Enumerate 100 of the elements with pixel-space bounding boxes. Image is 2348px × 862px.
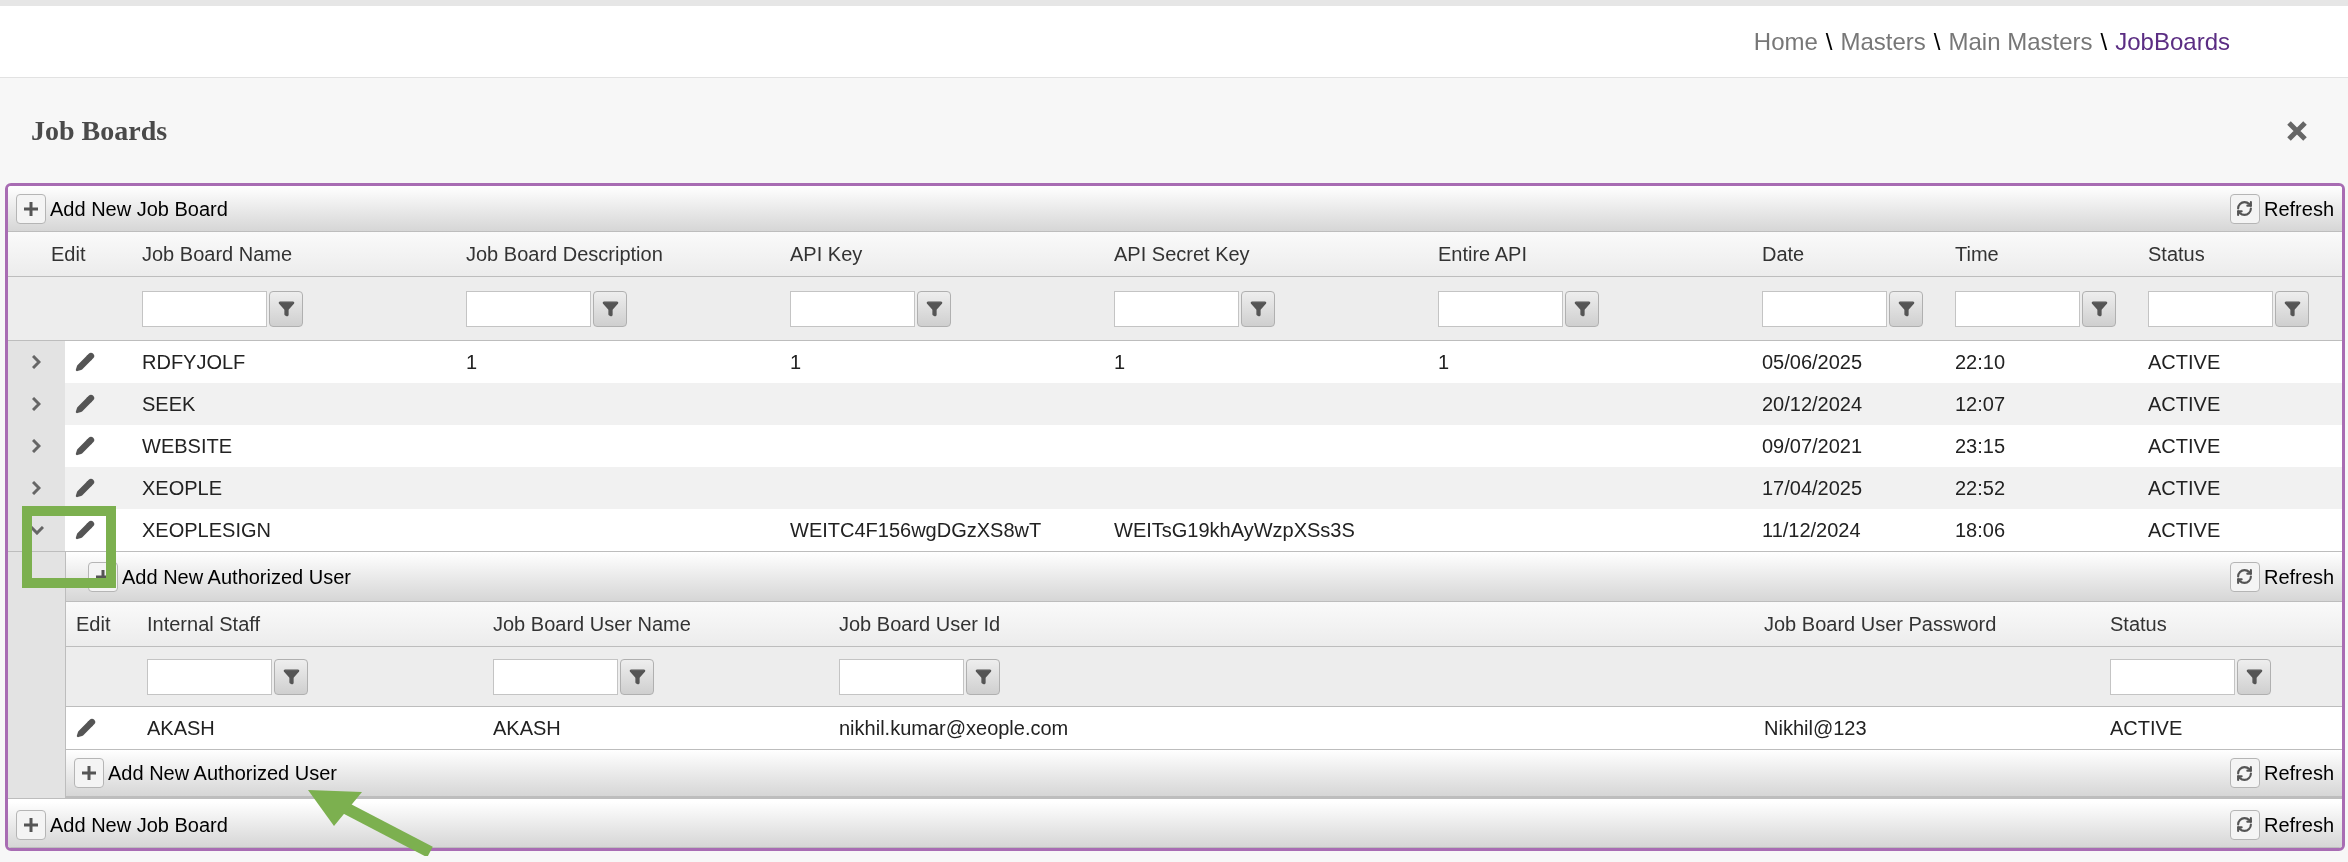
expand-toggle[interactable] — [32, 481, 41, 495]
table-cell: AKASH — [493, 717, 561, 739]
expand-toggle[interactable] — [29, 525, 44, 535]
filter-icon — [974, 668, 992, 685]
table-cell: RDFYJOLF — [142, 351, 246, 373]
add-button[interactable]: Add New Job Board — [16, 809, 228, 840]
breadcrumb-link[interactable]: Home — [1753, 23, 1818, 60]
refresh-button[interactable]: Refresh — [2229, 758, 2334, 788]
filter-button[interactable] — [593, 290, 627, 327]
column-header[interactable]: Edit — [76, 613, 111, 635]
filter-icon — [1573, 300, 1591, 317]
table-cell: WEBSITE — [142, 435, 232, 457]
expand-toggle[interactable] — [32, 397, 41, 411]
table-cell: ACTIVE — [2148, 519, 2221, 541]
pencil-icon — [75, 394, 95, 414]
filter-icon — [1897, 300, 1915, 317]
column-header[interactable]: Time — [1955, 243, 1999, 265]
filter-button[interactable] — [620, 658, 654, 695]
pencil-icon — [76, 718, 96, 738]
close-icon — [2287, 120, 2307, 141]
chevron-right-icon — [32, 355, 41, 369]
edit-button[interactable] — [76, 718, 96, 738]
breadcrumb-separator: \ — [2100, 26, 2108, 57]
column-header[interactable]: Edit — [51, 243, 86, 265]
table-cell: ACTIVE — [2148, 477, 2221, 499]
edit-button[interactable] — [75, 352, 95, 372]
filter-button[interactable] — [2237, 658, 2271, 695]
table-cell: 05/06/2025 — [1762, 351, 1863, 373]
filter-input[interactable] — [493, 658, 618, 695]
chevron-right-icon — [32, 481, 41, 495]
add-button[interactable]: Add New Authorized User — [88, 561, 351, 592]
filter-input[interactable] — [839, 658, 964, 695]
table-cell: ACTIVE — [2148, 393, 2221, 415]
add-button[interactable]: Add New Job Board — [16, 193, 228, 224]
filter-input[interactable] — [147, 658, 272, 695]
table-cell: 12:07 — [1955, 393, 2006, 415]
filter-input[interactable] — [1438, 290, 1563, 327]
column-header[interactable]: Job Board User Id — [839, 613, 1001, 635]
filter-icon — [2245, 668, 2263, 685]
filter-button[interactable] — [269, 290, 303, 327]
filter-input[interactable] — [2148, 290, 2273, 327]
table-cell: Nikhil@123 — [1764, 717, 1867, 739]
filter-input[interactable] — [2110, 658, 2235, 695]
edit-button[interactable] — [75, 478, 95, 498]
filter-button[interactable] — [1241, 290, 1275, 327]
table-cell: AKASH — [147, 717, 215, 739]
column-header[interactable]: Internal Staff — [147, 613, 261, 635]
refresh-icon — [2236, 764, 2254, 782]
column-header[interactable]: Job Board Name — [142, 243, 293, 265]
filter-button[interactable] — [1565, 290, 1599, 327]
filter-input[interactable] — [1955, 290, 2080, 327]
column-header[interactable]: Job Board Description — [466, 243, 663, 265]
refresh-button[interactable]: Refresh — [2229, 561, 2334, 592]
column-header[interactable]: API Secret Key — [1114, 243, 1250, 265]
filter-input[interactable] — [1762, 290, 1887, 327]
add-button[interactable]: Add New Authorized User — [74, 758, 337, 788]
filter-button[interactable] — [274, 658, 308, 695]
refresh-button[interactable]: Refresh — [2229, 809, 2334, 840]
filter-input[interactable] — [466, 290, 591, 327]
table-cell: XEOPLE — [142, 477, 223, 499]
column-header[interactable]: Entire API — [1438, 243, 1527, 265]
refresh-button[interactable]: Refresh — [2229, 193, 2334, 224]
chevron-down-icon — [29, 525, 44, 535]
breadcrumb-link[interactable]: Masters — [1840, 23, 1926, 60]
expand-toggle[interactable] — [32, 439, 41, 453]
table-cell: ACTIVE — [2148, 351, 2221, 373]
table-cell: 22:52 — [1955, 477, 2006, 499]
breadcrumb-link[interactable]: JobBoards — [2115, 23, 2230, 60]
filter-input[interactable] — [1114, 290, 1239, 327]
filter-button[interactable] — [966, 658, 1000, 695]
filter-button[interactable] — [2082, 290, 2116, 327]
chevron-right-icon — [32, 439, 41, 453]
plus-icon — [82, 766, 96, 780]
column-header[interactable]: Job Board User Password — [1764, 613, 1997, 635]
pencil-icon — [75, 478, 95, 498]
pencil-icon — [75, 436, 95, 456]
filter-button[interactable] — [2275, 290, 2309, 327]
panel-title: Job Boards — [31, 113, 168, 148]
close-button[interactable] — [2287, 120, 2307, 141]
table-cell: ACTIVE — [2148, 435, 2221, 457]
filter-input[interactable] — [790, 290, 915, 327]
column-header[interactable]: Date — [1762, 243, 1805, 265]
column-header[interactable]: API Key — [790, 243, 863, 265]
column-header[interactable]: Status — [2110, 613, 2167, 635]
table-cell: ACTIVE — [2110, 717, 2183, 739]
column-header[interactable]: Status — [2148, 243, 2205, 265]
filter-icon — [601, 300, 619, 317]
column-header[interactable]: Job Board User Name — [493, 613, 691, 635]
refresh-icon — [2236, 200, 2254, 217]
edit-button[interactable] — [75, 394, 95, 414]
filter-input[interactable] — [142, 290, 267, 327]
pencil-icon — [75, 520, 95, 540]
expand-toggle[interactable] — [32, 355, 41, 369]
edit-button[interactable] — [75, 436, 95, 456]
edit-button[interactable] — [75, 520, 95, 540]
filter-icon — [277, 300, 295, 317]
table-cell: XEOPLESIGN — [142, 519, 271, 541]
breadcrumb-link[interactable]: Main Masters — [1948, 23, 2093, 60]
filter-button[interactable] — [1889, 290, 1923, 327]
filter-button[interactable] — [917, 290, 951, 327]
